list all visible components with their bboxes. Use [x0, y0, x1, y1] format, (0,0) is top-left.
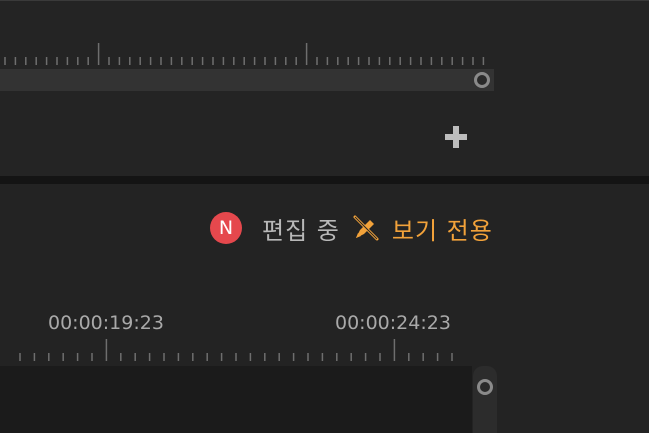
timecode-2: 00:00:24:23 — [335, 312, 451, 334]
avatar[interactable]: N — [210, 212, 242, 244]
bottom-ruler-ticks — [19, 339, 453, 361]
top-handle[interactable] — [474, 72, 490, 88]
top-ruler-ticks — [4, 43, 485, 65]
vertical-scrollbar[interactable] — [473, 366, 497, 433]
clip-track-area[interactable] — [0, 366, 472, 433]
add-button[interactable] — [444, 125, 468, 149]
editing-status-text: 편집 중 — [262, 216, 340, 245]
status-row: N 편집 중 보기 전용 — [210, 211, 493, 245]
bottom-handle[interactable] — [477, 379, 493, 395]
pencil-slash-icon — [353, 215, 379, 241]
top-panel — [0, 0, 649, 176]
top-track[interactable] — [0, 69, 494, 91]
view-only-indicator[interactable]: 보기 전용 — [352, 211, 493, 246]
top-ruler — [0, 41, 500, 67]
plus-icon — [445, 126, 467, 148]
timecode-1: 00:00:19:23 — [48, 312, 164, 334]
view-only-text: 보기 전용 — [391, 216, 493, 245]
panel-divider[interactable] — [0, 176, 649, 184]
bottom-ruler — [0, 336, 470, 364]
